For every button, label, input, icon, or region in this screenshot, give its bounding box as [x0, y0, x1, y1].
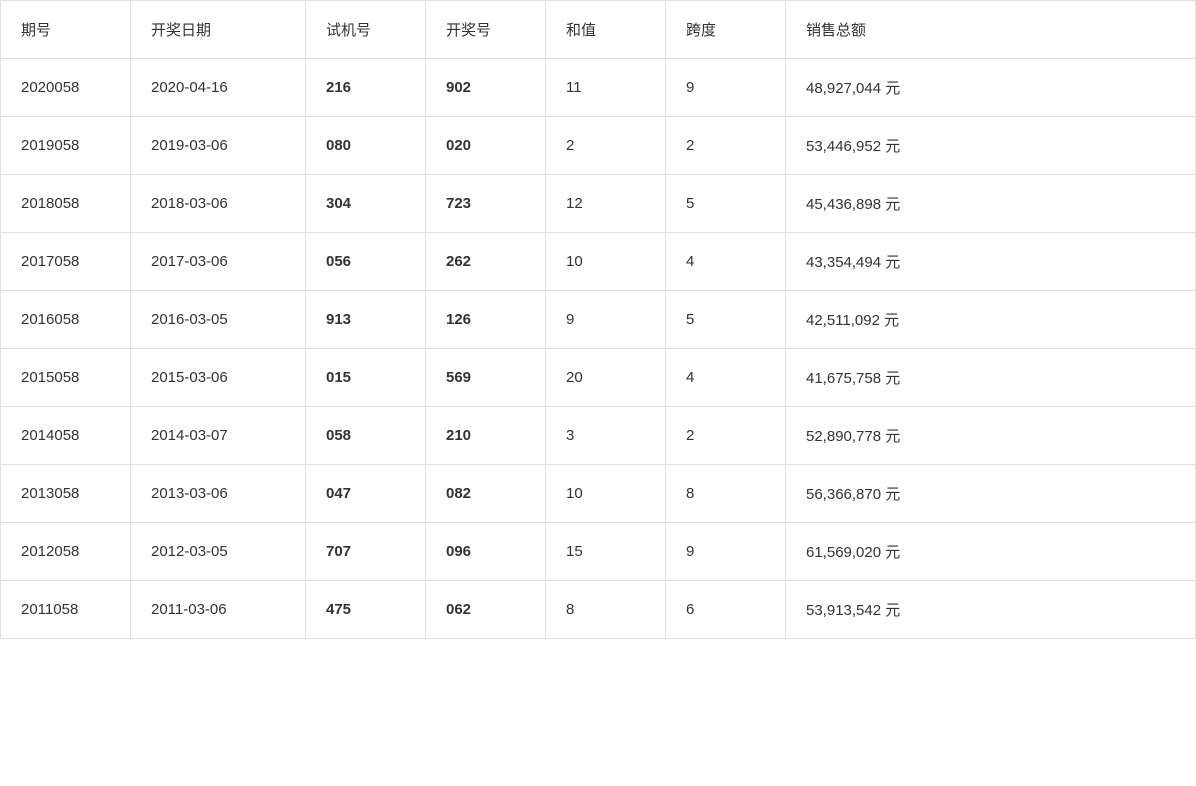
cell-hezhi: 10 [546, 465, 666, 523]
header-date: 开奖日期 [131, 1, 306, 59]
cell-kuadu: 4 [666, 233, 786, 291]
cell-qihao: 2019058 [1, 117, 131, 175]
table-row: 20190582019-03-060800202253,446,952 元 [1, 117, 1196, 175]
cell-kaijang: 569 [426, 349, 546, 407]
main-container: 期号 开奖日期 试机号 开奖号 和值 跨度 销售总额 20200582020-0… [0, 0, 1196, 786]
cell-date: 2018-03-06 [131, 175, 306, 233]
cell-xiaoshou: 56,366,870 元 [786, 465, 1196, 523]
header-shiji: 试机号 [306, 1, 426, 59]
table-row: 20170582017-03-0605626210443,354,494 元 [1, 233, 1196, 291]
cell-hezhi: 20 [546, 349, 666, 407]
table-row: 20160582016-03-059131269542,511,092 元 [1, 291, 1196, 349]
header-qihao: 期号 [1, 1, 131, 59]
cell-hezhi: 2 [546, 117, 666, 175]
cell-shiji: 015 [306, 349, 426, 407]
table-row: 20200582020-04-1621690211948,927,044 元 [1, 59, 1196, 117]
cell-kaijang: 082 [426, 465, 546, 523]
cell-hezhi: 15 [546, 523, 666, 581]
cell-xiaoshou: 52,890,778 元 [786, 407, 1196, 465]
cell-kaijang: 096 [426, 523, 546, 581]
cell-xiaoshou: 45,436,898 元 [786, 175, 1196, 233]
table-row: 20180582018-03-0630472312545,436,898 元 [1, 175, 1196, 233]
header-hezhi: 和值 [546, 1, 666, 59]
table-row: 20120582012-03-0570709615961,569,020 元 [1, 523, 1196, 581]
cell-kaijang: 262 [426, 233, 546, 291]
cell-kuadu: 9 [666, 523, 786, 581]
cell-date: 2019-03-06 [131, 117, 306, 175]
cell-qihao: 2015058 [1, 349, 131, 407]
cell-kaijang: 062 [426, 581, 546, 639]
cell-shiji: 707 [306, 523, 426, 581]
cell-qihao: 2014058 [1, 407, 131, 465]
table-header-row: 期号 开奖日期 试机号 开奖号 和值 跨度 销售总额 [1, 1, 1196, 59]
cell-date: 2015-03-06 [131, 349, 306, 407]
table-row: 20140582014-03-070582103252,890,778 元 [1, 407, 1196, 465]
cell-qihao: 2017058 [1, 233, 131, 291]
cell-hezhi: 10 [546, 233, 666, 291]
cell-shiji: 080 [306, 117, 426, 175]
cell-qihao: 2016058 [1, 291, 131, 349]
cell-date: 2020-04-16 [131, 59, 306, 117]
cell-shiji: 056 [306, 233, 426, 291]
cell-kuadu: 9 [666, 59, 786, 117]
cell-kaijang: 723 [426, 175, 546, 233]
cell-kuadu: 5 [666, 175, 786, 233]
header-kaijang: 开奖号 [426, 1, 546, 59]
cell-date: 2013-03-06 [131, 465, 306, 523]
cell-kuadu: 2 [666, 407, 786, 465]
cell-hezhi: 9 [546, 291, 666, 349]
lottery-table: 期号 开奖日期 试机号 开奖号 和值 跨度 销售总额 20200582020-0… [0, 0, 1196, 639]
cell-qihao: 2018058 [1, 175, 131, 233]
cell-hezhi: 12 [546, 175, 666, 233]
cell-qihao: 2020058 [1, 59, 131, 117]
cell-shiji: 913 [306, 291, 426, 349]
table-row: 20150582015-03-0601556920441,675,758 元 [1, 349, 1196, 407]
cell-shiji: 047 [306, 465, 426, 523]
cell-kaijang: 902 [426, 59, 546, 117]
cell-qihao: 2011058 [1, 581, 131, 639]
cell-xiaoshou: 53,913,542 元 [786, 581, 1196, 639]
cell-date: 2016-03-05 [131, 291, 306, 349]
cell-shiji: 304 [306, 175, 426, 233]
header-xiaoshou: 销售总额 [786, 1, 1196, 59]
table-row: 20110582011-03-064750628653,913,542 元 [1, 581, 1196, 639]
cell-date: 2014-03-07 [131, 407, 306, 465]
table-row: 20130582013-03-0604708210856,366,870 元 [1, 465, 1196, 523]
cell-hezhi: 3 [546, 407, 666, 465]
cell-xiaoshou: 41,675,758 元 [786, 349, 1196, 407]
cell-shiji: 475 [306, 581, 426, 639]
cell-qihao: 2013058 [1, 465, 131, 523]
cell-hezhi: 11 [546, 59, 666, 117]
cell-hezhi: 8 [546, 581, 666, 639]
cell-kuadu: 6 [666, 581, 786, 639]
cell-kuadu: 2 [666, 117, 786, 175]
cell-shiji: 216 [306, 59, 426, 117]
cell-xiaoshou: 43,354,494 元 [786, 233, 1196, 291]
cell-kuadu: 8 [666, 465, 786, 523]
cell-date: 2017-03-06 [131, 233, 306, 291]
cell-kaijang: 126 [426, 291, 546, 349]
cell-date: 2012-03-05 [131, 523, 306, 581]
cell-qihao: 2012058 [1, 523, 131, 581]
cell-xiaoshou: 42,511,092 元 [786, 291, 1196, 349]
cell-kaijang: 210 [426, 407, 546, 465]
header-kuadu: 跨度 [666, 1, 786, 59]
cell-kaijang: 020 [426, 117, 546, 175]
cell-xiaoshou: 61,569,020 元 [786, 523, 1196, 581]
cell-shiji: 058 [306, 407, 426, 465]
cell-date: 2011-03-06 [131, 581, 306, 639]
cell-xiaoshou: 48,927,044 元 [786, 59, 1196, 117]
cell-xiaoshou: 53,446,952 元 [786, 117, 1196, 175]
cell-kuadu: 4 [666, 349, 786, 407]
cell-kuadu: 5 [666, 291, 786, 349]
